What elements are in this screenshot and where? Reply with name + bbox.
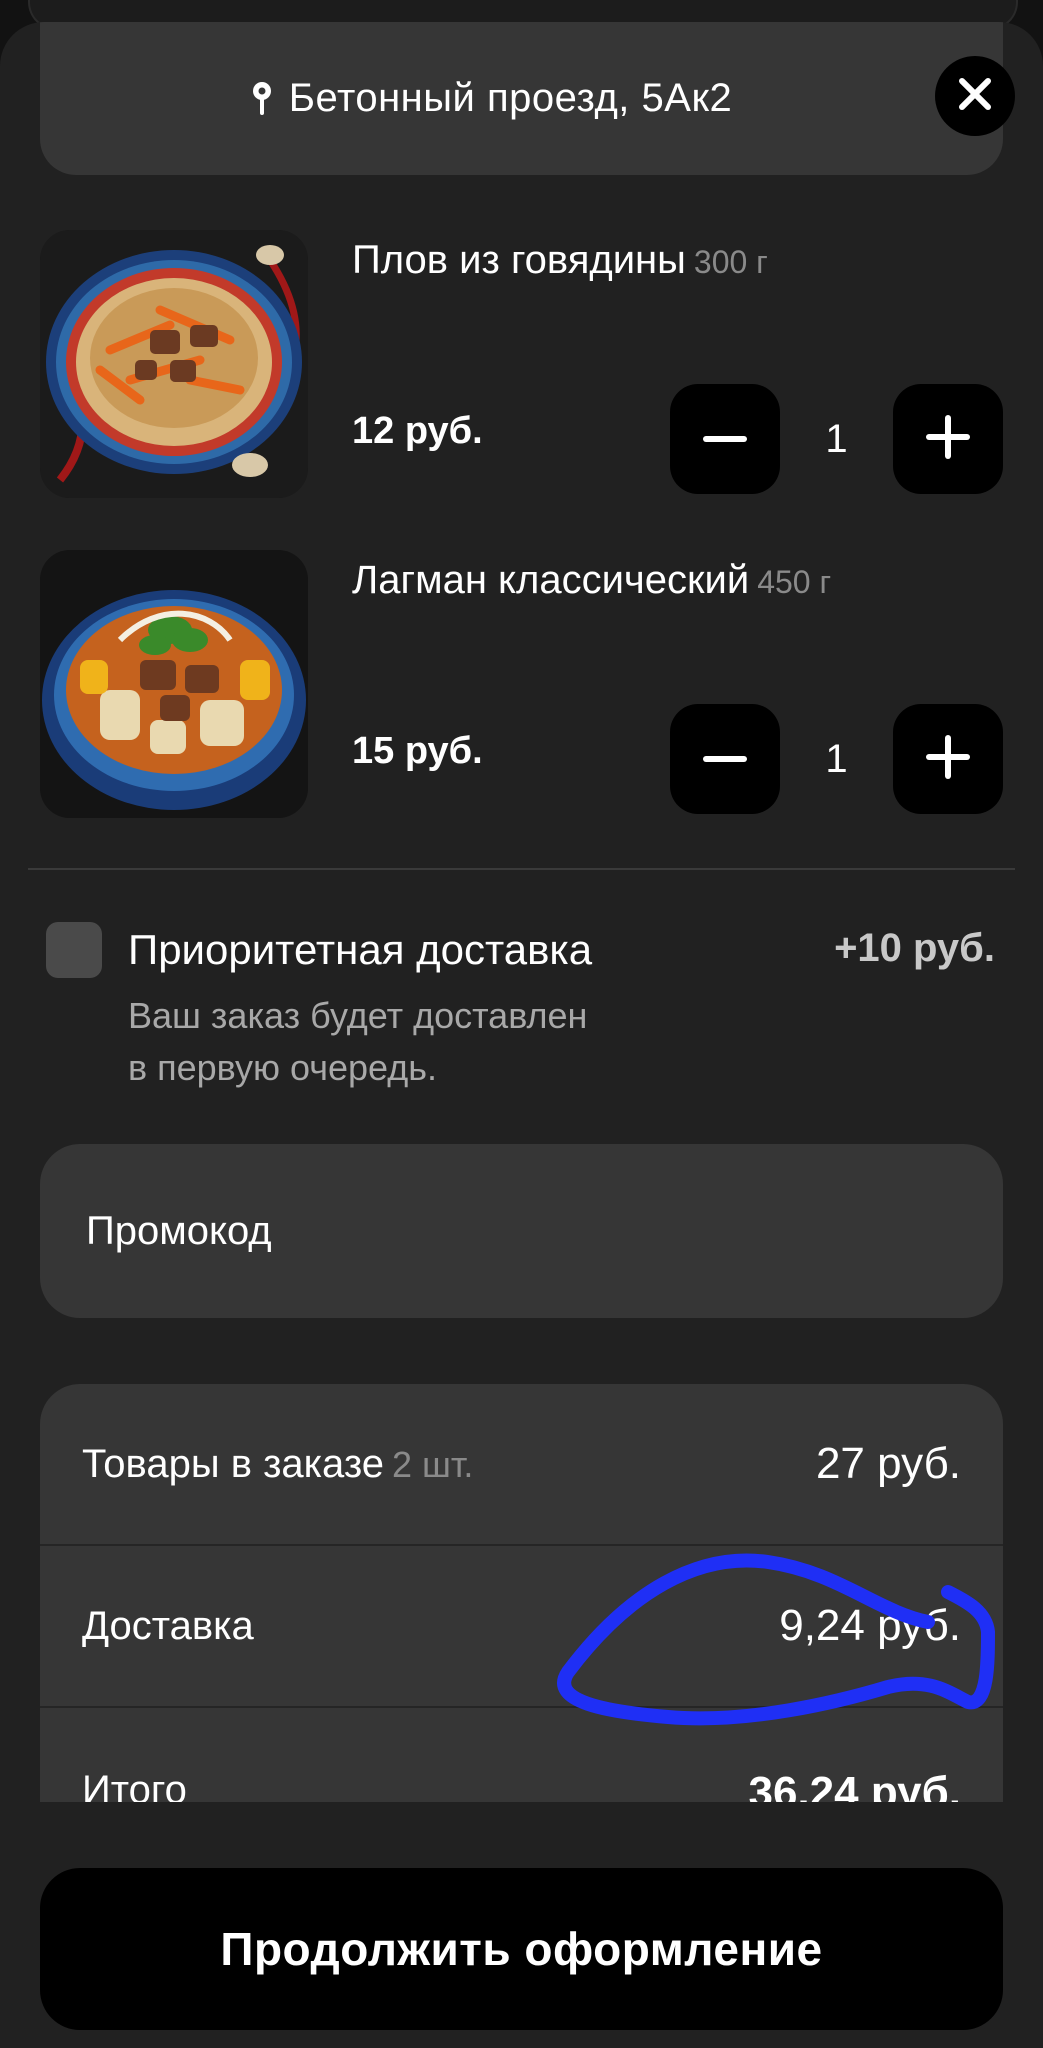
delivery-value: 9,24 руб. [779,1601,961,1650]
item-name: Лагман классический 450 г [352,558,832,602]
location-pin-icon [251,81,273,117]
priority-delivery-price: +10 руб. [834,926,995,970]
plus-icon [926,734,970,784]
address-content: Бетонный проезд, 5Ак2 [251,76,732,121]
quantity-stepper: 1 [670,384,1003,494]
total-label: Итого [82,1768,187,1804]
divider [28,868,1015,870]
lagman-dish-photo [40,550,308,818]
order-summary: Товары в заказе 2 шт. 27 руб. Доставка 9,… [40,1384,1003,1804]
address-text: Бетонный проезд, 5Ак2 [288,76,733,120]
delivery-label: Доставка [82,1603,254,1648]
decrease-quantity-button[interactable] [670,704,780,814]
continue-checkout-label: Продолжить оформление [220,1923,823,1975]
cart-bottom-sheet: Бетонный проезд, 5Ак2 Плов из говядины 3… [0,22,1043,2048]
close-icon [958,77,992,116]
item-weight: 450 г [757,564,832,600]
minus-icon [703,750,747,768]
plov-dish-photo [40,230,308,498]
priority-delivery-title: Приоритетная доставка [128,926,593,973]
items-total: 27 руб. [815,1439,961,1488]
increase-quantity-button[interactable] [893,384,1003,494]
decrease-quantity-button[interactable] [670,384,780,494]
cart-item: Лагман классический 450 г 15 руб. 1 [40,550,1003,818]
items-label: Товары в заказе 2 шт. [82,1441,474,1486]
item-price: 15 руб. [352,730,483,772]
quantity-value: 1 [825,737,848,781]
priority-delivery-checkbox[interactable] [46,922,102,978]
items-count: 2 шт. [391,1443,474,1485]
quantity-stepper: 1 [670,704,1003,814]
promo-code-label: Промокод [86,1208,272,1253]
total-value: 36,24 руб. [748,1768,961,1804]
continue-checkout-button[interactable]: Продолжить оформление [40,1868,1003,2030]
plus-icon [926,414,970,464]
item-name: Плов из говядины 300 г [352,238,768,282]
priority-delivery-description: Ваш заказ будет доставлен в первую очере… [128,990,728,1094]
quantity-value: 1 [825,417,848,461]
minus-icon [703,430,747,448]
delivery-address-bar[interactable]: Бетонный проезд, 5Ак2 [40,22,1003,175]
item-price: 12 руб. [352,410,483,452]
close-button[interactable] [935,56,1015,136]
increase-quantity-button[interactable] [893,704,1003,814]
item-weight: 300 г [693,244,768,280]
summary-delivery-row: Доставка 9,24 руб. [40,1546,1003,1706]
description-line: Ваш заказ будет доставлен [128,995,588,1036]
promo-code-field[interactable]: Промокод [40,1144,1003,1318]
cart-item: Плов из говядины 300 г 12 руб. 1 [40,230,1003,498]
description-line: в первую очередь. [128,1047,438,1088]
summary-total-row: Итого 36,24 руб. [40,1708,1003,1804]
summary-items-row: Товары в заказе 2 шт. 27 руб. [40,1384,1003,1544]
